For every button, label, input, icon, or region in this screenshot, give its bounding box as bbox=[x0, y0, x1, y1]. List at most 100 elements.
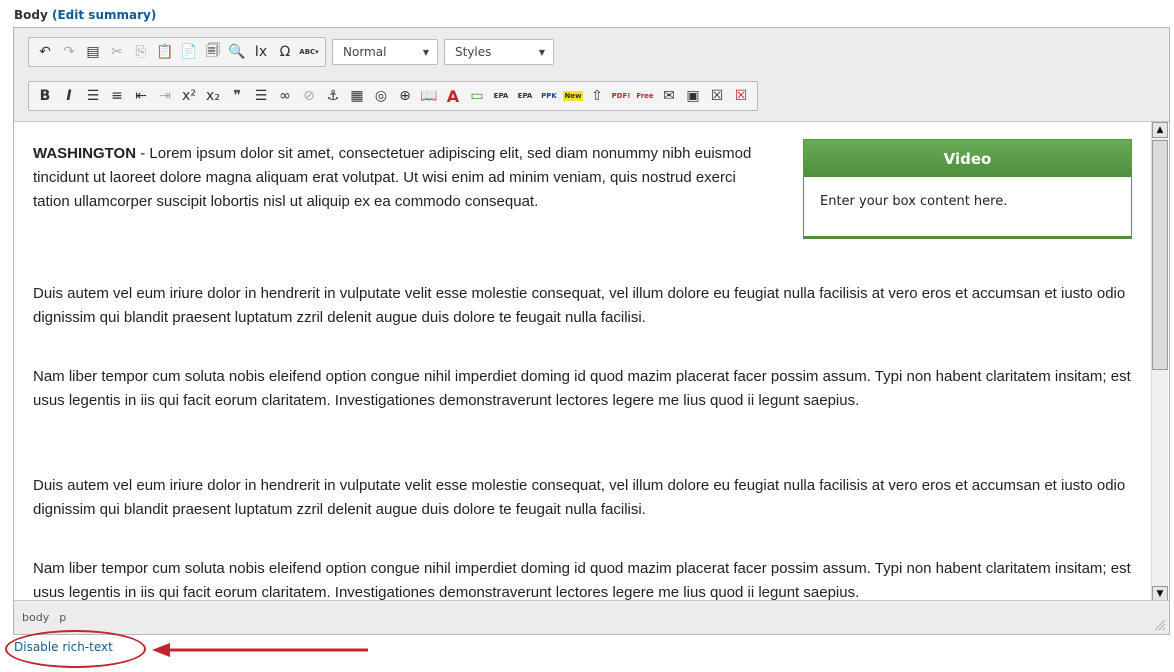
superscript-icon-glyph: x² bbox=[182, 88, 196, 104]
paste-text-icon[interactable]: 📄 bbox=[177, 40, 201, 64]
add-circle-icon-glyph: ⊕ bbox=[399, 88, 411, 104]
anchor-icon-glyph: ⚓ bbox=[326, 88, 340, 104]
italic-icon-glyph: I bbox=[66, 88, 72, 104]
editor-toolbar: ↶ ↷ ▤ ✂ ⎘ 📋 📄 🗐 🔍 Ix Ω ABC▾ Normal ▼ Styles ▼ B I ☰ ≡ ⇤… bbox=[14, 28, 1169, 122]
free-icon-glyph: Free bbox=[636, 92, 654, 100]
outdent-icon[interactable]: ⇤ bbox=[129, 84, 153, 108]
bold-icon-glyph: B bbox=[39, 88, 51, 104]
special-char-icon[interactable]: Ω bbox=[273, 40, 297, 64]
page-break-icon-glyph: ▤ bbox=[86, 44, 100, 60]
subscript-icon[interactable]: x₂ bbox=[201, 84, 225, 108]
up-arrow-icon[interactable]: ⇧ bbox=[585, 84, 609, 108]
annotation-ellipse bbox=[5, 630, 146, 668]
editor-content[interactable]: WASHINGTON - Lorem ipsum dolor sit amet,… bbox=[14, 122, 1152, 602]
undo-icon[interactable]: ↶ bbox=[33, 40, 57, 64]
cut-icon[interactable]: ✂ bbox=[105, 40, 129, 64]
numbered-list-icon[interactable]: ≡ bbox=[105, 84, 129, 108]
epa-alt-icon[interactable]: EPA bbox=[513, 84, 537, 108]
copy-icon[interactable]: ⎘ bbox=[129, 40, 153, 64]
lead-text: - Lorem ipsum dolor sit amet, consectetu… bbox=[33, 145, 752, 210]
paragraph-2: Duis autem vel eum iriure dolor in hendr… bbox=[33, 285, 1126, 326]
paste-icon[interactable]: 📋 bbox=[153, 40, 177, 64]
subscript-icon-glyph: x₂ bbox=[206, 88, 220, 104]
vertical-scrollbar[interactable]: ▲ ▼ bbox=[1151, 122, 1168, 602]
find-icon[interactable]: 🔍 bbox=[225, 40, 249, 64]
bulleted-list-icon-glyph: ☰ bbox=[86, 88, 100, 104]
dateline: WASHINGTON bbox=[33, 145, 137, 162]
paragraph-4: Duis autem vel eum iriure dolor in hendr… bbox=[33, 477, 1126, 518]
scroll-thumb[interactable] bbox=[1152, 140, 1168, 370]
acrobat-x-red-icon[interactable]: ☒ bbox=[729, 84, 753, 108]
spellcheck-icon[interactable]: ABC▾ bbox=[297, 40, 321, 64]
lead-paragraph: WASHINGTON - Lorem ipsum dolor sit amet,… bbox=[33, 142, 773, 214]
remove-format-icon-glyph: Ix bbox=[254, 44, 268, 60]
acrobat-x-red-icon-glyph: ☒ bbox=[734, 88, 748, 104]
unlink-icon-glyph: ⊘ bbox=[303, 88, 315, 104]
acrobat-icon[interactable]: ▣ bbox=[681, 84, 705, 108]
special-char-icon-glyph: Ω bbox=[279, 44, 291, 60]
link-icon-glyph: ∞ bbox=[279, 88, 291, 104]
edit-summary-link[interactable]: (Edit summary) bbox=[52, 8, 156, 22]
indent-icon[interactable]: ⇥ bbox=[153, 84, 177, 108]
blockquote-icon-glyph: ❞ bbox=[233, 88, 241, 104]
paste-word-icon[interactable]: 🗐 bbox=[201, 40, 225, 64]
find-icon-glyph: 🔍 bbox=[228, 44, 246, 60]
globe-icon[interactable]: ◎ bbox=[369, 84, 393, 108]
field-label-text: Body bbox=[14, 8, 48, 22]
scroll-up-button[interactable]: ▲ bbox=[1152, 122, 1168, 138]
acrobat-icon-glyph: ▣ bbox=[686, 88, 700, 104]
pdf-icon[interactable]: PDF! bbox=[609, 84, 633, 108]
superscript-icon[interactable]: x² bbox=[177, 84, 201, 108]
up-arrow-icon-glyph: ⇧ bbox=[591, 88, 603, 104]
epa-alt-icon-glyph: EPA bbox=[517, 92, 533, 100]
toolbar-row-2: B I ☰ ≡ ⇤ ⇥ x² x₂ ❞ ☰ ∞ ⊘ ⚓ ▦ ◎ ⊕ 📖 A ▭ EPA EPA PPK New ⇧ PDF! Fr… bbox=[28, 81, 764, 111]
horizontal-rule-icon-glyph: ☰ bbox=[254, 88, 268, 104]
redo-icon-glyph: ↷ bbox=[63, 44, 75, 60]
add-circle-icon[interactable]: ⊕ bbox=[393, 84, 417, 108]
pdf-icon-glyph: PDF! bbox=[611, 92, 631, 100]
video-box[interactable]: Video Enter your box content here. bbox=[803, 139, 1132, 239]
table-icon[interactable]: ▦ bbox=[345, 84, 369, 108]
styles-select-value: Styles bbox=[455, 45, 492, 59]
styles-select[interactable]: Styles ▼ bbox=[444, 39, 554, 65]
spellcheck-icon-glyph: ABC▾ bbox=[299, 48, 319, 56]
blockquote-icon[interactable]: ❞ bbox=[225, 84, 249, 108]
chevron-down-icon: ▼ bbox=[422, 47, 429, 57]
path-item-body[interactable]: body bbox=[22, 611, 49, 624]
email-icon[interactable]: ✉ bbox=[657, 84, 681, 108]
indent-icon-glyph: ⇥ bbox=[159, 88, 171, 104]
numbered-list-icon-glyph: ≡ bbox=[111, 88, 123, 104]
epa-icon[interactable]: EPA bbox=[489, 84, 513, 108]
paste-word-icon-glyph: 🗐 bbox=[206, 43, 220, 59]
box-icon-glyph: ▭ bbox=[470, 88, 484, 104]
link-icon[interactable]: ∞ bbox=[273, 84, 297, 108]
page-break-icon[interactable]: ▤ bbox=[81, 40, 105, 64]
paste-icon-glyph: 📋 bbox=[156, 44, 174, 60]
paragraph-5: Nam liber tempor cum soluta nobis eleife… bbox=[33, 560, 1131, 601]
italic-icon[interactable]: I bbox=[57, 84, 81, 108]
path-item-p[interactable]: p bbox=[59, 611, 66, 624]
acrobat-x-icon[interactable]: ☒ bbox=[705, 84, 729, 108]
anchor-icon[interactable]: ⚓ bbox=[321, 84, 345, 108]
book-icon[interactable]: 📖 bbox=[417, 84, 441, 108]
field-label: Body (Edit summary) bbox=[14, 8, 156, 22]
new-badge-icon[interactable]: New bbox=[561, 84, 585, 108]
free-icon[interactable]: Free bbox=[633, 84, 657, 108]
toolbar-row-1: ↶ ↷ ▤ ✂ ⎘ 📋 📄 🗐 🔍 Ix Ω ABC▾ Normal ▼ Styles ▼ bbox=[28, 37, 560, 67]
ppk-icon[interactable]: PPK bbox=[537, 84, 561, 108]
rich-text-editor: ↶ ↷ ▤ ✂ ⎘ 📋 📄 🗐 🔍 Ix Ω ABC▾ Normal ▼ Styles ▼ B I ☰ ≡ ⇤… bbox=[13, 27, 1170, 635]
unlink-icon[interactable]: ⊘ bbox=[297, 84, 321, 108]
remove-format-icon[interactable]: Ix bbox=[249, 40, 273, 64]
epa-icon-glyph: EPA bbox=[493, 92, 509, 100]
horizontal-rule-icon[interactable]: ☰ bbox=[249, 84, 273, 108]
text-color-icon[interactable]: A bbox=[441, 84, 465, 108]
resize-handle-icon[interactable] bbox=[1154, 619, 1166, 631]
redo-icon[interactable]: ↷ bbox=[57, 40, 81, 64]
format-select[interactable]: Normal ▼ bbox=[332, 39, 438, 65]
box-icon[interactable]: ▭ bbox=[465, 84, 489, 108]
chevron-down-icon: ▼ bbox=[538, 47, 545, 57]
bulleted-list-icon[interactable]: ☰ bbox=[81, 84, 105, 108]
copy-icon-glyph: ⎘ bbox=[135, 44, 147, 60]
bold-icon[interactable]: B bbox=[33, 84, 57, 108]
book-icon-glyph: 📖 bbox=[420, 88, 438, 104]
